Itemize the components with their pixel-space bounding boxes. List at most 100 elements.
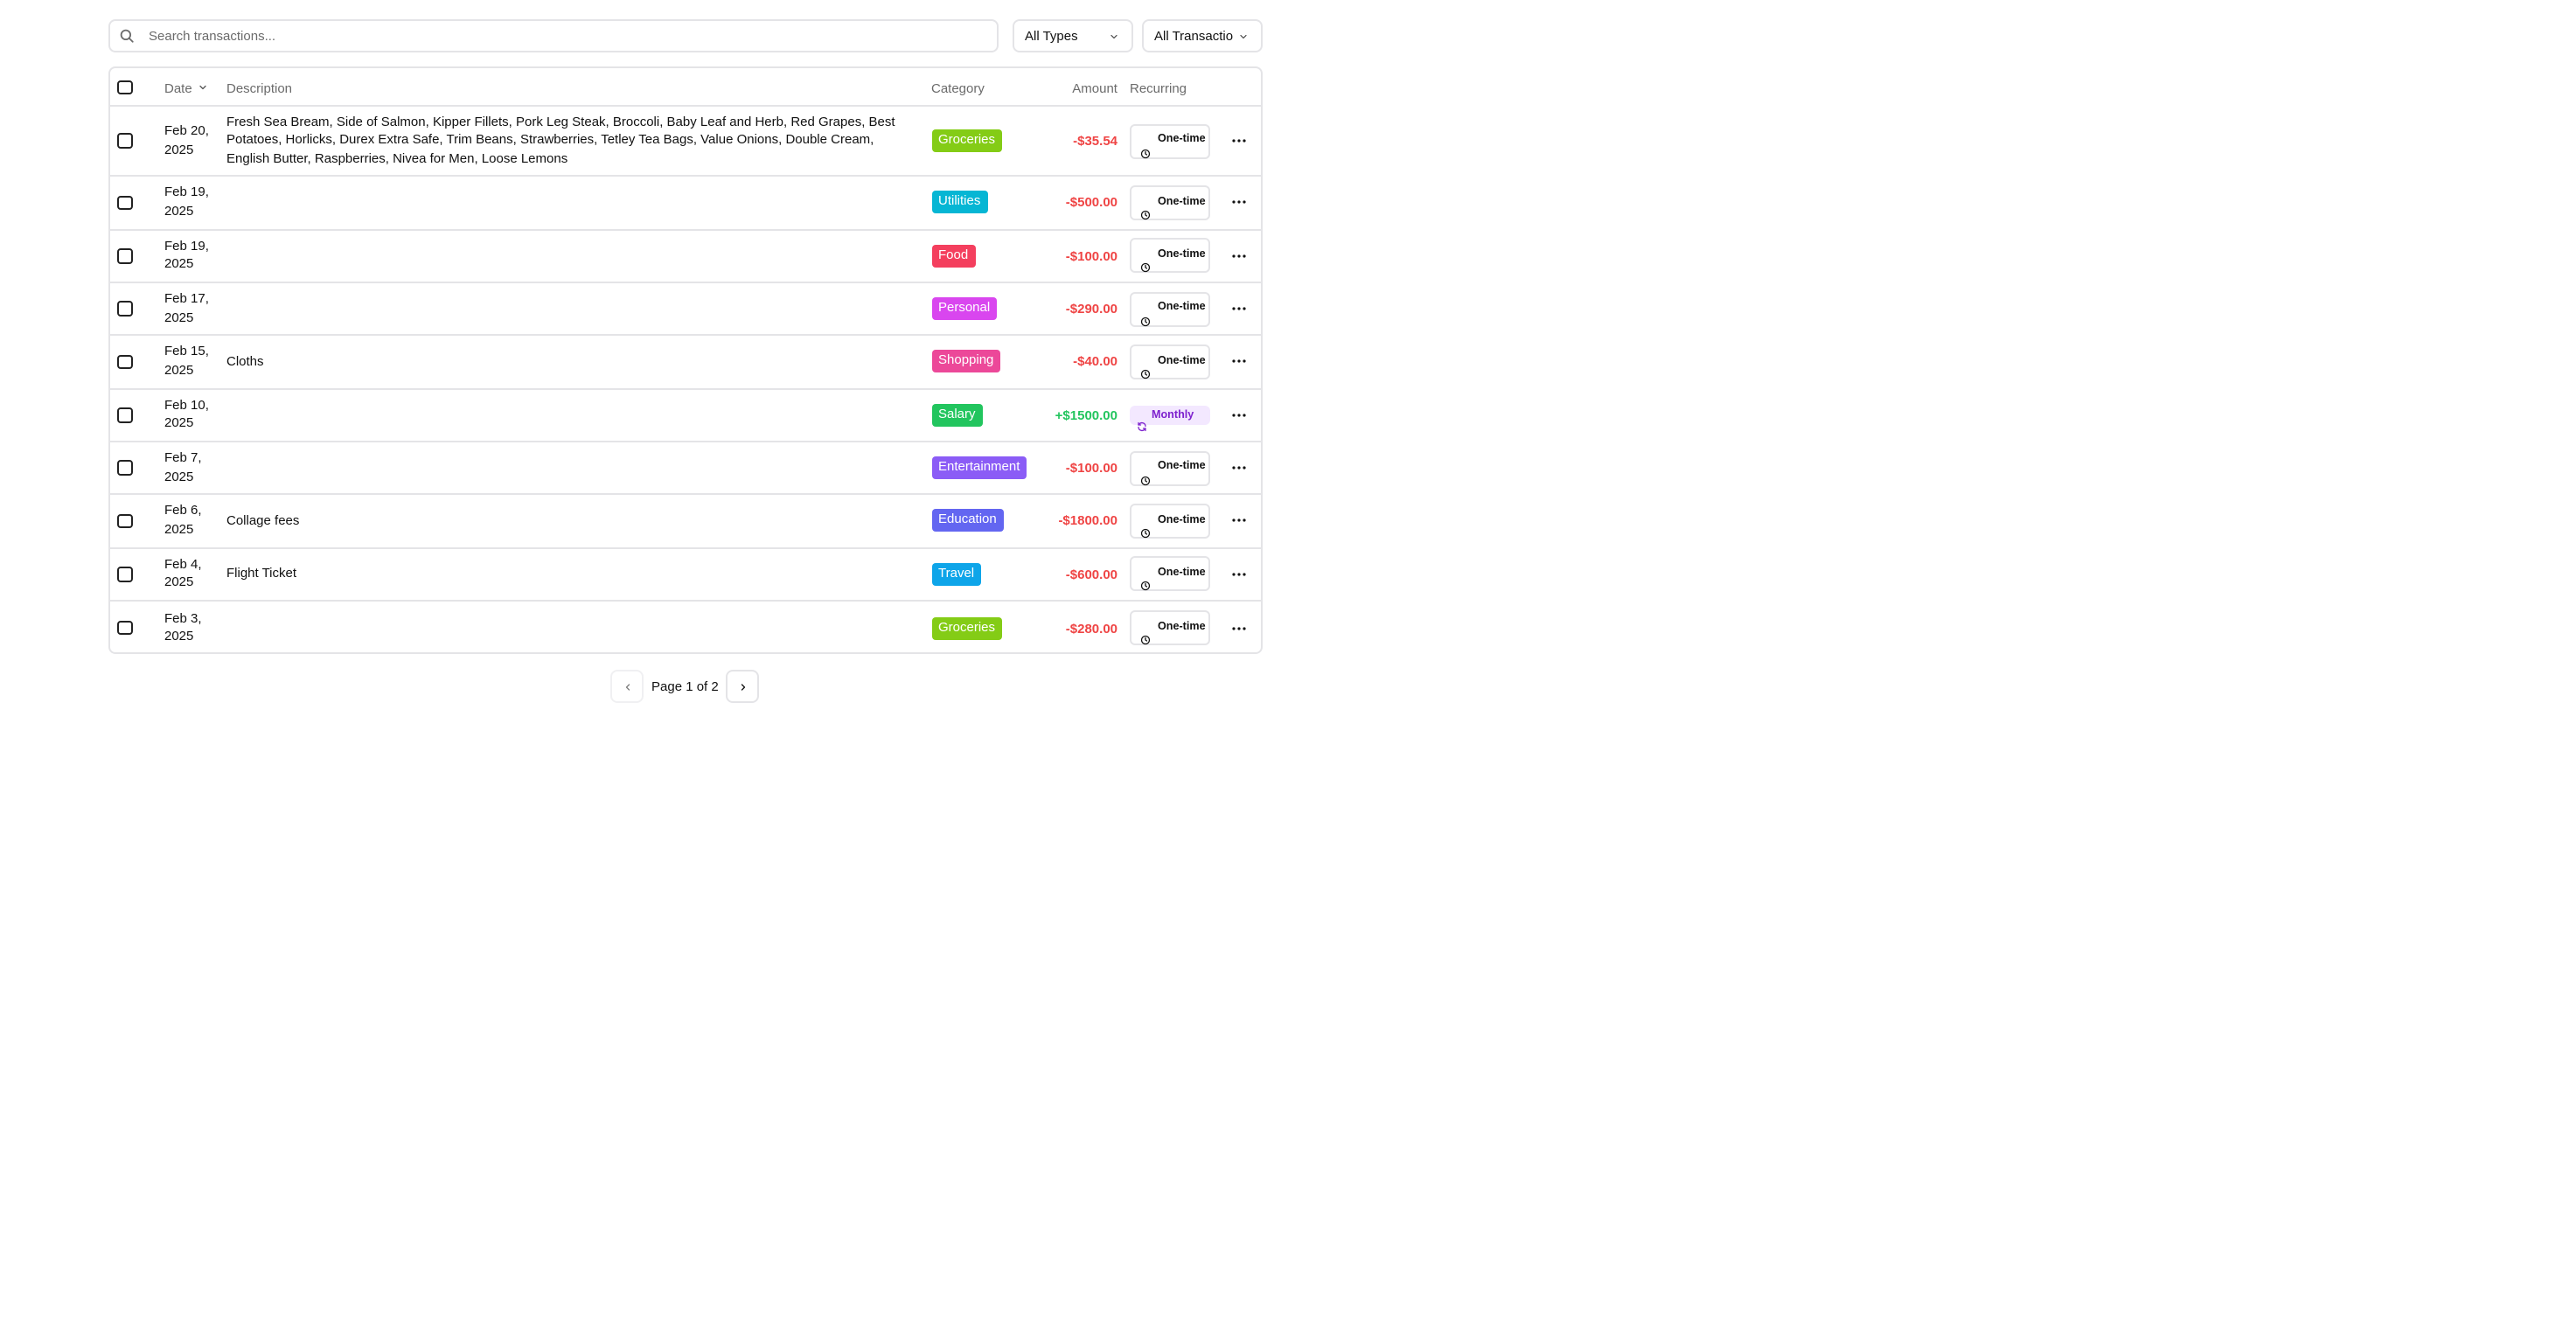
recurring-label: One-time — [1158, 248, 1206, 261]
row-actions-cell — [1231, 107, 1247, 175]
row-checkbox[interactable] — [117, 407, 132, 422]
table-row[interactable]: Feb 19, 2025 Food -$100.00 One-time — [110, 230, 1261, 283]
amount-cell: -$600.00 — [1065, 548, 1117, 600]
table-row[interactable]: Feb 10, 2025 Salary +$1500.00 Monthly — [110, 389, 1261, 442]
table-row[interactable]: Feb 20, 2025 Fresh Sea Bream, Side of Sa… — [110, 107, 1261, 177]
recurring-one-time-badge: One-time — [1130, 291, 1210, 326]
category-cell: Salary — [931, 389, 983, 441]
more-options-icon[interactable] — [1231, 138, 1247, 143]
recurring-label: One-time — [1158, 195, 1206, 207]
recurring-label: Monthly — [1152, 408, 1194, 421]
type-filter-select[interactable]: All Types — [1013, 19, 1133, 52]
row-select-cell — [117, 107, 132, 175]
more-options-icon[interactable] — [1231, 413, 1247, 418]
row-checkbox[interactable] — [117, 620, 132, 636]
table-row[interactable]: Feb 19, 2025 Utilities -$500.00 One-time — [110, 177, 1261, 230]
search-box[interactable] — [108, 19, 999, 52]
row-select-cell — [117, 177, 132, 228]
previous-page-button[interactable] — [610, 670, 644, 703]
category-cell: Personal — [931, 283, 998, 334]
next-page-button[interactable] — [726, 670, 760, 703]
more-options-icon[interactable] — [1231, 572, 1247, 577]
row-checkbox[interactable] — [117, 133, 132, 149]
more-options-icon[interactable] — [1231, 254, 1247, 259]
recurring-one-time-badge: One-time — [1130, 610, 1210, 645]
transaction-date: Feb 10, 2025 — [164, 396, 209, 431]
transaction-date: Feb 17, 2025 — [164, 290, 209, 324]
search-input[interactable] — [149, 28, 997, 44]
category-cell: Groceries — [931, 602, 1003, 652]
transaction-amount: -$100.00 — [1065, 247, 1117, 264]
table-row[interactable]: Feb 15, 2025 Cloths Shopping -$40.00 One… — [110, 336, 1261, 389]
table-row[interactable]: Feb 3, 2025 Groceries -$280.00 One-time — [110, 602, 1261, 652]
pagination: Page 1 of 2 — [610, 670, 760, 703]
recurring-label: One-time — [1158, 567, 1206, 579]
row-select-cell — [117, 602, 132, 652]
amount-cell: -$35.54 — [1065, 107, 1117, 175]
row-actions-cell — [1231, 336, 1247, 387]
transaction-amount: -$290.00 — [1065, 301, 1117, 317]
more-options-icon[interactable] — [1231, 359, 1247, 365]
row-checkbox[interactable] — [117, 195, 132, 210]
table-row[interactable]: Feb 17, 2025 Personal -$290.00 One-time — [110, 283, 1261, 336]
transaction-filter-select[interactable]: All Transactio — [1142, 19, 1263, 52]
category-cell: Groceries — [931, 107, 1003, 175]
description-cell: Flight Ticket — [226, 548, 917, 600]
date-header-label: Date — [164, 80, 192, 95]
category-badge: Food — [931, 244, 976, 268]
date-cell: Feb 20, 2025 — [164, 107, 217, 175]
transactions-page: All Types All Transactio Date Descriptio… — [0, 0, 2576, 1336]
transactions-table: Date Description Category Amount Recurri… — [108, 66, 1263, 654]
table-row[interactable]: Feb 4, 2025 Flight Ticket Travel -$600.0… — [110, 548, 1261, 602]
row-checkbox[interactable] — [117, 513, 132, 528]
select-all-checkbox[interactable] — [117, 80, 132, 95]
description-cell — [226, 230, 917, 282]
recurring-cell: One-time — [1130, 442, 1210, 493]
amount-header: Amount — [1072, 80, 1117, 95]
transaction-date: Feb 19, 2025 — [164, 184, 209, 219]
description-cell — [226, 177, 917, 228]
amount-cell: -$100.00 — [1065, 442, 1117, 493]
row-checkbox[interactable] — [117, 248, 132, 263]
date-sort-header[interactable]: Date — [164, 68, 209, 107]
date-cell: Feb 4, 2025 — [164, 548, 217, 600]
clock-icon — [1140, 516, 1151, 538]
transaction-amount: -$1800.00 — [1058, 512, 1117, 529]
recurring-one-time-badge: One-time — [1130, 123, 1210, 158]
table-row[interactable]: Feb 6, 2025 Collage fees Education -$180… — [110, 495, 1261, 548]
more-options-icon[interactable] — [1231, 200, 1247, 205]
transaction-amount: -$600.00 — [1065, 566, 1117, 582]
date-cell: Feb 19, 2025 — [164, 230, 217, 282]
row-actions-cell — [1231, 389, 1247, 441]
transaction-description: Flight Ticket — [226, 565, 297, 581]
table-row[interactable]: Feb 7, 2025 Entertainment -$100.00 One-t… — [110, 442, 1261, 495]
recurring-label: One-time — [1158, 460, 1206, 473]
category-cell: Shopping — [931, 336, 1001, 387]
recurring-cell: One-time — [1130, 495, 1210, 546]
more-options-icon[interactable] — [1231, 518, 1247, 524]
recurring-cell: One-time — [1130, 107, 1210, 175]
row-checkbox[interactable] — [117, 301, 132, 317]
recurring-cell: One-time — [1130, 548, 1210, 600]
description-header: Description — [226, 80, 293, 95]
clock-icon — [1140, 569, 1151, 591]
recurring-label: One-time — [1158, 354, 1206, 366]
row-select-cell — [117, 548, 132, 600]
category-badge: Groceries — [931, 129, 1003, 152]
recurring-label: One-time — [1158, 301, 1206, 314]
row-checkbox[interactable] — [117, 460, 132, 476]
row-checkbox[interactable] — [117, 567, 132, 581]
description-cell — [226, 283, 917, 334]
date-cell: Feb 17, 2025 — [164, 283, 217, 334]
category-badge: Shopping — [931, 350, 1001, 373]
clock-icon — [1140, 136, 1151, 158]
description-cell: Fresh Sea Bream, Side of Salmon, Kipper … — [226, 107, 917, 175]
row-checkbox[interactable] — [117, 354, 132, 369]
transaction-amount: -$40.00 — [1073, 353, 1117, 370]
more-options-icon[interactable] — [1231, 306, 1247, 311]
recurring-label: One-time — [1158, 513, 1206, 525]
description-cell: Collage fees — [226, 495, 917, 546]
recurring-one-time-badge: One-time — [1130, 556, 1210, 592]
more-options-icon[interactable] — [1231, 465, 1247, 470]
more-options-icon[interactable] — [1231, 625, 1247, 630]
